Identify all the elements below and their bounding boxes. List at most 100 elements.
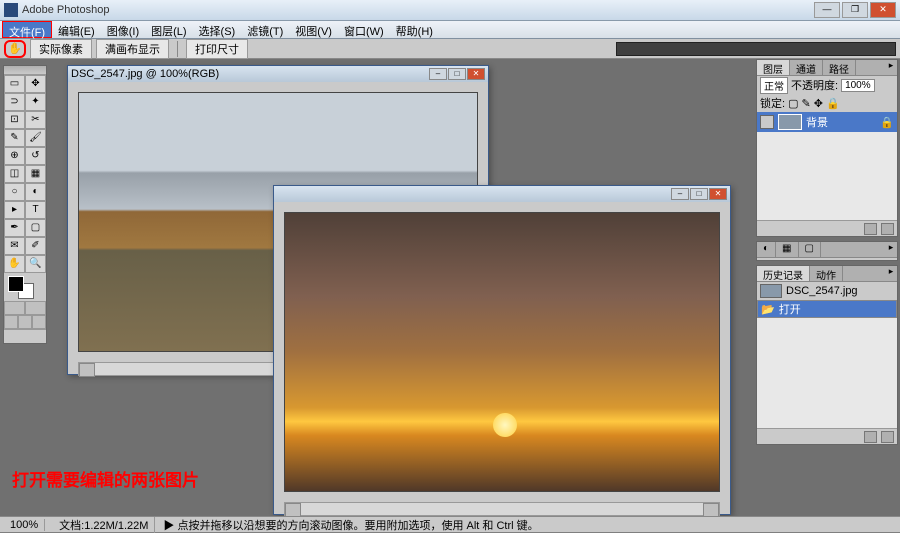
menu-image[interactable]: 图像(I) (101, 21, 145, 38)
panel-menu-icon[interactable]: ▸ (885, 242, 897, 257)
history-step-label: 打开 (779, 301, 801, 317)
tab-swatch[interactable]: ▦ (776, 242, 798, 257)
lock-icon[interactable]: ▢ ✎ ✥ 🔒 (788, 97, 840, 110)
layers-panel: 图层 通道 路径 ▸ 正常 不透明度: 100% 锁定: ▢ ✎ ✥ 🔒 背景 … (756, 59, 898, 237)
tab-history[interactable]: 历史记录 (757, 266, 810, 281)
open-icon: 📂 (761, 303, 775, 316)
doc1-title: DSC_2547.jpg @ 100%(RGB) (71, 68, 428, 80)
app-icon (4, 3, 18, 17)
separator (177, 41, 178, 57)
doc2-canvas[interactable] (284, 212, 720, 492)
new-snapshot-icon[interactable] (864, 431, 877, 443)
menu-view[interactable]: 视图(V) (289, 21, 338, 38)
marquee-tool[interactable]: ▭ (4, 75, 25, 93)
toolbox-grip[interactable] (4, 66, 46, 75)
zoom-level[interactable]: 100% (4, 519, 45, 531)
zoom-tool[interactable]: 🔍 (25, 255, 46, 273)
doc1-minimize[interactable]: – (429, 68, 447, 80)
doc2-minimize[interactable]: – (671, 188, 689, 200)
panel-menu-icon[interactable]: ▸ (885, 60, 897, 75)
tab-actions[interactable]: 动作 (810, 266, 843, 281)
blur-tool[interactable]: ○ (4, 183, 25, 201)
hand-tool-icon[interactable]: ✋ (4, 40, 26, 58)
actual-pixels-button[interactable]: 实际像素 (30, 39, 92, 59)
close-button[interactable]: ✕ (870, 2, 896, 18)
menu-help[interactable]: 帮助(H) (390, 21, 439, 38)
pen-tool[interactable]: ✒ (4, 219, 25, 237)
layer-background[interactable]: 背景 🔒 (757, 112, 897, 132)
tab-layers[interactable]: 图层 (757, 60, 790, 75)
print-size-button[interactable]: 打印尺寸 (186, 39, 248, 59)
mask-mode[interactable] (4, 301, 46, 315)
hand-tool[interactable]: ✋ (4, 255, 25, 273)
fit-screen-button[interactable]: 满画布显示 (96, 39, 169, 59)
doc1-close[interactable]: ✕ (467, 68, 485, 80)
gradient-tool[interactable]: ▦ (25, 165, 46, 183)
delete-state-icon[interactable] (881, 431, 894, 443)
path-tool[interactable]: ▸ (4, 201, 25, 219)
history-panel: 历史记录 动作 ▸ DSC_2547.jpg 📂 打开 (756, 265, 898, 445)
tab-style[interactable]: ▢ (799, 242, 821, 257)
status-hint: ▶ 点按并拖移以沿想要的方向滚动图像。要用附加选项，使用 Alt 和 Ctrl … (163, 517, 538, 533)
shape-tool[interactable]: ▢ (25, 219, 46, 237)
crop-tool[interactable]: ⊡ (4, 111, 25, 129)
app-title: Adobe Photoshop (22, 4, 814, 16)
minimize-button[interactable]: — (814, 2, 840, 18)
tab-color[interactable]: ◐ (757, 242, 776, 257)
options-bar: ✋ 实际像素 满画布显示 打印尺寸 (0, 39, 900, 59)
panel-menu-icon[interactable]: ▸ (885, 266, 897, 281)
layer-thumbnail (778, 114, 802, 130)
brush-tool[interactable]: 🖌 (25, 129, 46, 147)
slice-tool[interactable]: ✂ (25, 111, 46, 129)
screen-mode[interactable] (4, 315, 46, 329)
doc2-scrollbar[interactable] (284, 502, 720, 516)
move-tool[interactable]: ✥ (25, 75, 46, 93)
eraser-tool[interactable]: ◫ (4, 165, 25, 183)
delete-layer-icon[interactable] (881, 223, 894, 235)
blend-mode-select[interactable]: 正常 (760, 77, 788, 94)
status-bar: 100% 文档:1.22M/1.22M ▶ 点按并拖移以沿想要的方向滚动图像。要… (0, 516, 900, 532)
type-tool[interactable]: T (25, 201, 46, 219)
tab-channels[interactable]: 通道 (790, 60, 823, 75)
menu-window[interactable]: 窗口(W) (338, 21, 390, 38)
color-panel: ◐ ▦ ▢ ▸ (756, 241, 898, 261)
history-step-open[interactable]: 📂 打开 (757, 300, 897, 318)
doc1-maximize[interactable]: □ (448, 68, 466, 80)
toolbox: ▭ ✥ ⊃ ✦ ⊡ ✂ ✎ 🖌 ⊕ ↺ ◫ ▦ ○ ◐ ▸ T ✒ ▢ ✉ ✐ … (3, 65, 47, 344)
menu-bar: 文件(F) 编辑(E) 图像(I) 图层(L) 选择(S) 滤镜(T) 视图(V… (0, 21, 900, 39)
doc2-maximize[interactable]: □ (690, 188, 708, 200)
layers-bottom (757, 220, 897, 236)
menu-edit[interactable]: 编辑(E) (52, 21, 101, 38)
new-layer-icon[interactable] (864, 223, 877, 235)
jump-button[interactable] (4, 329, 46, 343)
color-swatches[interactable] (4, 273, 46, 301)
stamp-tool[interactable]: ⊕ (4, 147, 25, 165)
dodge-tool[interactable]: ◐ (25, 183, 46, 201)
notes-tool[interactable]: ✉ (4, 237, 25, 255)
eyedropper-tool[interactable]: ✐ (25, 237, 46, 255)
doc2-close[interactable]: ✕ (709, 188, 727, 200)
wand-tool[interactable]: ✦ (25, 93, 46, 111)
history-file: DSC_2547.jpg (786, 285, 858, 297)
heal-tool[interactable]: ✎ (4, 129, 25, 147)
menu-filter[interactable]: 滤镜(T) (241, 21, 289, 38)
visibility-icon[interactable] (760, 115, 774, 129)
lasso-tool[interactable]: ⊃ (4, 93, 25, 111)
maximize-button[interactable]: ❐ (842, 2, 868, 18)
doc-size[interactable]: 文档:1.22M/1.22M (53, 517, 155, 533)
history-empty (757, 318, 897, 428)
layer-name: 背景 (806, 114, 828, 130)
history-bottom (757, 428, 897, 444)
palette-well[interactable] (616, 42, 896, 56)
opacity-input[interactable]: 100% (841, 79, 875, 92)
history-snapshot[interactable]: DSC_2547.jpg (757, 282, 897, 300)
layers-empty (757, 132, 897, 220)
opacity-label: 不透明度: (791, 77, 838, 93)
menu-select[interactable]: 选择(S) (193, 21, 242, 38)
history-brush-tool[interactable]: ↺ (25, 147, 46, 165)
tab-paths[interactable]: 路径 (823, 60, 856, 75)
lock-icon: 🔒 (880, 116, 894, 129)
menu-file[interactable]: 文件(F) (2, 21, 52, 38)
menu-layer[interactable]: 图层(L) (145, 21, 192, 38)
document-window-2[interactable]: – □ ✕ (273, 185, 731, 515)
